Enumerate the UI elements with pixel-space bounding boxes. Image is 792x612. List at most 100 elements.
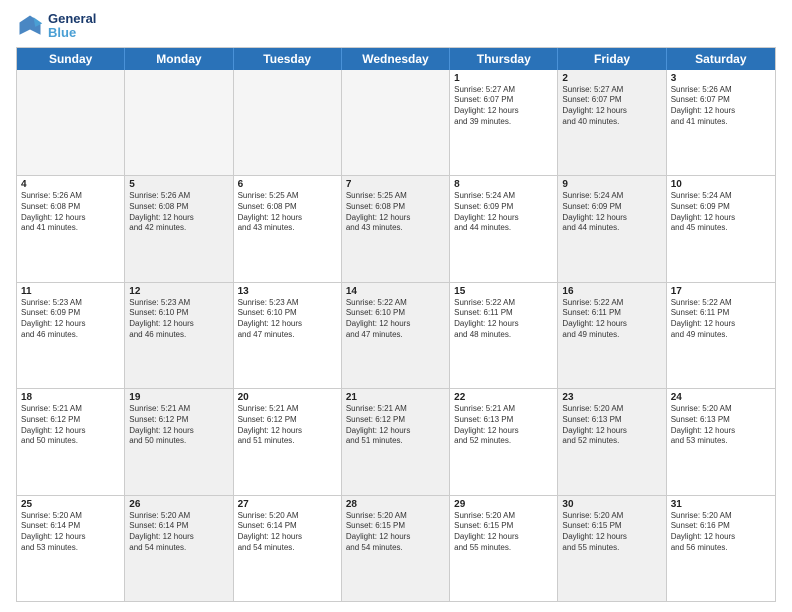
cell-line: Sunset: 6:15 PM bbox=[454, 521, 553, 532]
calendar-cell: 30Sunrise: 5:20 AMSunset: 6:15 PMDayligh… bbox=[558, 496, 666, 601]
calendar-cell: 26Sunrise: 5:20 AMSunset: 6:14 PMDayligh… bbox=[125, 496, 233, 601]
cell-line: Sunrise: 5:21 AM bbox=[21, 404, 120, 415]
cell-line: and 41 minutes. bbox=[671, 117, 771, 128]
calendar-cell: 12Sunrise: 5:23 AMSunset: 6:10 PMDayligh… bbox=[125, 283, 233, 388]
cell-line: and 47 minutes. bbox=[238, 330, 337, 341]
cell-line: and 52 minutes. bbox=[562, 436, 661, 447]
cell-line: Sunrise: 5:22 AM bbox=[562, 298, 661, 309]
cell-line: and 44 minutes. bbox=[562, 223, 661, 234]
cell-line: and 49 minutes. bbox=[562, 330, 661, 341]
cell-line: Sunrise: 5:20 AM bbox=[346, 511, 445, 522]
cell-line: and 50 minutes. bbox=[129, 436, 228, 447]
day-number: 22 bbox=[454, 392, 553, 403]
day-number: 25 bbox=[21, 499, 120, 510]
cell-line: and 44 minutes. bbox=[454, 223, 553, 234]
calendar-cell bbox=[17, 70, 125, 175]
day-header-friday: Friday bbox=[558, 48, 666, 70]
cell-line: and 41 minutes. bbox=[21, 223, 120, 234]
cell-line: Daylight: 12 hours bbox=[562, 426, 661, 437]
cell-line: and 55 minutes. bbox=[454, 543, 553, 554]
calendar-cell: 17Sunrise: 5:22 AMSunset: 6:11 PMDayligh… bbox=[667, 283, 775, 388]
day-number: 30 bbox=[562, 499, 661, 510]
cell-line: Daylight: 12 hours bbox=[238, 213, 337, 224]
cell-line: Daylight: 12 hours bbox=[671, 319, 771, 330]
cell-line: Sunset: 6:09 PM bbox=[562, 202, 661, 213]
calendar-cell bbox=[234, 70, 342, 175]
calendar-header: SundayMondayTuesdayWednesdayThursdayFrid… bbox=[17, 48, 775, 70]
day-number: 29 bbox=[454, 499, 553, 510]
cell-line: Sunrise: 5:20 AM bbox=[562, 404, 661, 415]
cell-line: and 50 minutes. bbox=[21, 436, 120, 447]
calendar-cell: 2Sunrise: 5:27 AMSunset: 6:07 PMDaylight… bbox=[558, 70, 666, 175]
cell-line: Daylight: 12 hours bbox=[21, 426, 120, 437]
day-number: 20 bbox=[238, 392, 337, 403]
day-number: 9 bbox=[562, 179, 661, 190]
cell-line: Sunrise: 5:20 AM bbox=[671, 511, 771, 522]
day-number: 3 bbox=[671, 73, 771, 84]
cell-line: and 45 minutes. bbox=[671, 223, 771, 234]
cell-line: and 47 minutes. bbox=[346, 330, 445, 341]
cell-line: Sunrise: 5:27 AM bbox=[454, 85, 553, 96]
header: General Blue bbox=[16, 12, 776, 41]
calendar-row-5: 25Sunrise: 5:20 AMSunset: 6:14 PMDayligh… bbox=[17, 496, 775, 601]
cell-line: Sunrise: 5:24 AM bbox=[454, 191, 553, 202]
cell-line: Daylight: 12 hours bbox=[562, 213, 661, 224]
day-header-saturday: Saturday bbox=[667, 48, 775, 70]
cell-line: Daylight: 12 hours bbox=[129, 532, 228, 543]
calendar-cell: 5Sunrise: 5:26 AMSunset: 6:08 PMDaylight… bbox=[125, 176, 233, 281]
calendar-cell: 28Sunrise: 5:20 AMSunset: 6:15 PMDayligh… bbox=[342, 496, 450, 601]
calendar-cell bbox=[125, 70, 233, 175]
cell-line: Sunset: 6:08 PM bbox=[238, 202, 337, 213]
cell-line: Daylight: 12 hours bbox=[671, 426, 771, 437]
calendar-cell: 1Sunrise: 5:27 AMSunset: 6:07 PMDaylight… bbox=[450, 70, 558, 175]
cell-line: Sunset: 6:10 PM bbox=[129, 308, 228, 319]
cell-line: Sunset: 6:15 PM bbox=[562, 521, 661, 532]
cell-line: Daylight: 12 hours bbox=[129, 426, 228, 437]
day-number: 27 bbox=[238, 499, 337, 510]
cell-line: Sunrise: 5:27 AM bbox=[562, 85, 661, 96]
cell-line: Sunrise: 5:26 AM bbox=[129, 191, 228, 202]
cell-line: Sunset: 6:08 PM bbox=[21, 202, 120, 213]
calendar-cell: 24Sunrise: 5:20 AMSunset: 6:13 PMDayligh… bbox=[667, 389, 775, 494]
calendar-cell: 31Sunrise: 5:20 AMSunset: 6:16 PMDayligh… bbox=[667, 496, 775, 601]
day-number: 5 bbox=[129, 179, 228, 190]
cell-line: Sunrise: 5:20 AM bbox=[129, 511, 228, 522]
cell-line: Sunset: 6:12 PM bbox=[21, 415, 120, 426]
logo-text: General Blue bbox=[48, 12, 96, 41]
day-number: 14 bbox=[346, 286, 445, 297]
day-header-sunday: Sunday bbox=[17, 48, 125, 70]
cell-line: and 48 minutes. bbox=[454, 330, 553, 341]
cell-line: Daylight: 12 hours bbox=[562, 106, 661, 117]
calendar-cell: 25Sunrise: 5:20 AMSunset: 6:14 PMDayligh… bbox=[17, 496, 125, 601]
cell-line: Daylight: 12 hours bbox=[671, 106, 771, 117]
cell-line: and 54 minutes. bbox=[346, 543, 445, 554]
cell-line: Sunrise: 5:24 AM bbox=[671, 191, 771, 202]
cell-line: Daylight: 12 hours bbox=[454, 532, 553, 543]
cell-line: Sunset: 6:12 PM bbox=[346, 415, 445, 426]
logo: General Blue bbox=[16, 12, 96, 41]
cell-line: and 42 minutes. bbox=[129, 223, 228, 234]
cell-line: Sunrise: 5:23 AM bbox=[21, 298, 120, 309]
day-number: 2 bbox=[562, 73, 661, 84]
calendar-cell: 22Sunrise: 5:21 AMSunset: 6:13 PMDayligh… bbox=[450, 389, 558, 494]
cell-line: Sunrise: 5:20 AM bbox=[454, 511, 553, 522]
cell-line: Daylight: 12 hours bbox=[21, 213, 120, 224]
cell-line: Sunrise: 5:20 AM bbox=[238, 511, 337, 522]
calendar-row-3: 11Sunrise: 5:23 AMSunset: 6:09 PMDayligh… bbox=[17, 283, 775, 389]
day-number: 1 bbox=[454, 73, 553, 84]
cell-line: Daylight: 12 hours bbox=[454, 213, 553, 224]
day-number: 21 bbox=[346, 392, 445, 403]
calendar-cell: 19Sunrise: 5:21 AMSunset: 6:12 PMDayligh… bbox=[125, 389, 233, 494]
day-number: 28 bbox=[346, 499, 445, 510]
cell-line: Daylight: 12 hours bbox=[238, 532, 337, 543]
calendar-cell: 9Sunrise: 5:24 AMSunset: 6:09 PMDaylight… bbox=[558, 176, 666, 281]
calendar: SundayMondayTuesdayWednesdayThursdayFrid… bbox=[16, 47, 776, 602]
cell-line: Daylight: 12 hours bbox=[671, 213, 771, 224]
cell-line: Daylight: 12 hours bbox=[129, 213, 228, 224]
cell-line: Daylight: 12 hours bbox=[454, 319, 553, 330]
logo-icon bbox=[16, 12, 44, 40]
cell-line: and 56 minutes. bbox=[671, 543, 771, 554]
calendar-row-4: 18Sunrise: 5:21 AMSunset: 6:12 PMDayligh… bbox=[17, 389, 775, 495]
day-number: 24 bbox=[671, 392, 771, 403]
cell-line: and 54 minutes. bbox=[129, 543, 228, 554]
